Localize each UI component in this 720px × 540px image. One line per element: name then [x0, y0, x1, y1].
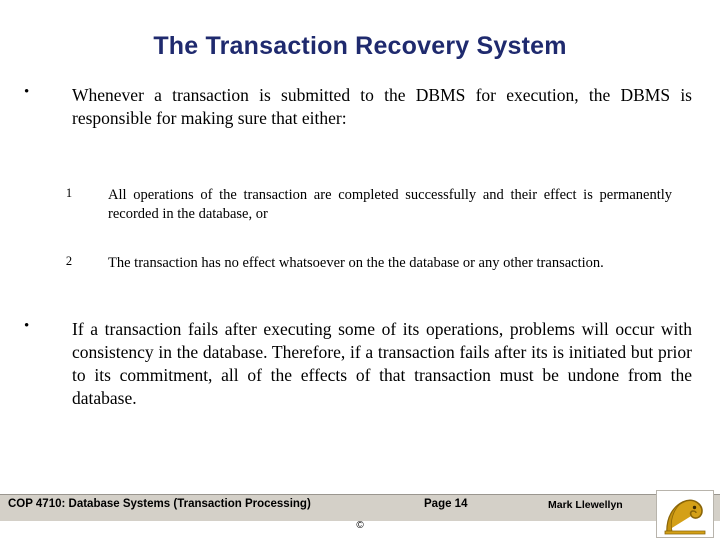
bullet-item-1: • Whenever a transaction is submitted to… — [24, 84, 692, 130]
footer-course-topic: (Transaction Processing) — [173, 498, 311, 510]
slide: The Transaction Recovery System • Whenev… — [0, 0, 720, 540]
bullet-item-2: • If a transaction fails after executing… — [24, 318, 692, 410]
page-title: The Transaction Recovery System — [153, 32, 567, 60]
footer-page-number: Page 14 — [424, 498, 468, 510]
footer-course: COP 4710: Database Systems (Transaction … — [8, 498, 311, 510]
bullet-text: If a transaction fails after executing s… — [72, 319, 692, 409]
ucf-knight-logo-icon — [656, 490, 714, 538]
footer-copyright: © — [356, 520, 364, 531]
numbered-marker: 1 — [65, 186, 73, 200]
bullet-marker: • — [24, 318, 30, 334]
bullet-marker: • — [24, 84, 30, 100]
numbered-text: All operations of the transaction are co… — [108, 187, 672, 223]
numbered-item-1: 1 All operations of the transaction are … — [60, 186, 672, 225]
bullet-text: Whenever a transaction is submitted to t… — [72, 85, 692, 129]
numbered-text: The transaction has no effect whatsoever… — [108, 255, 604, 271]
footer-author: Mark Llewellyn — [548, 499, 623, 511]
numbered-item-2: 2 The transaction has no effect whatsoev… — [60, 254, 672, 273]
slide-footer: COP 4710: Database Systems (Transaction … — [0, 490, 720, 540]
numbered-marker: 2 — [65, 254, 73, 268]
footer-course-name: COP 4710: Database Systems — [8, 498, 171, 510]
